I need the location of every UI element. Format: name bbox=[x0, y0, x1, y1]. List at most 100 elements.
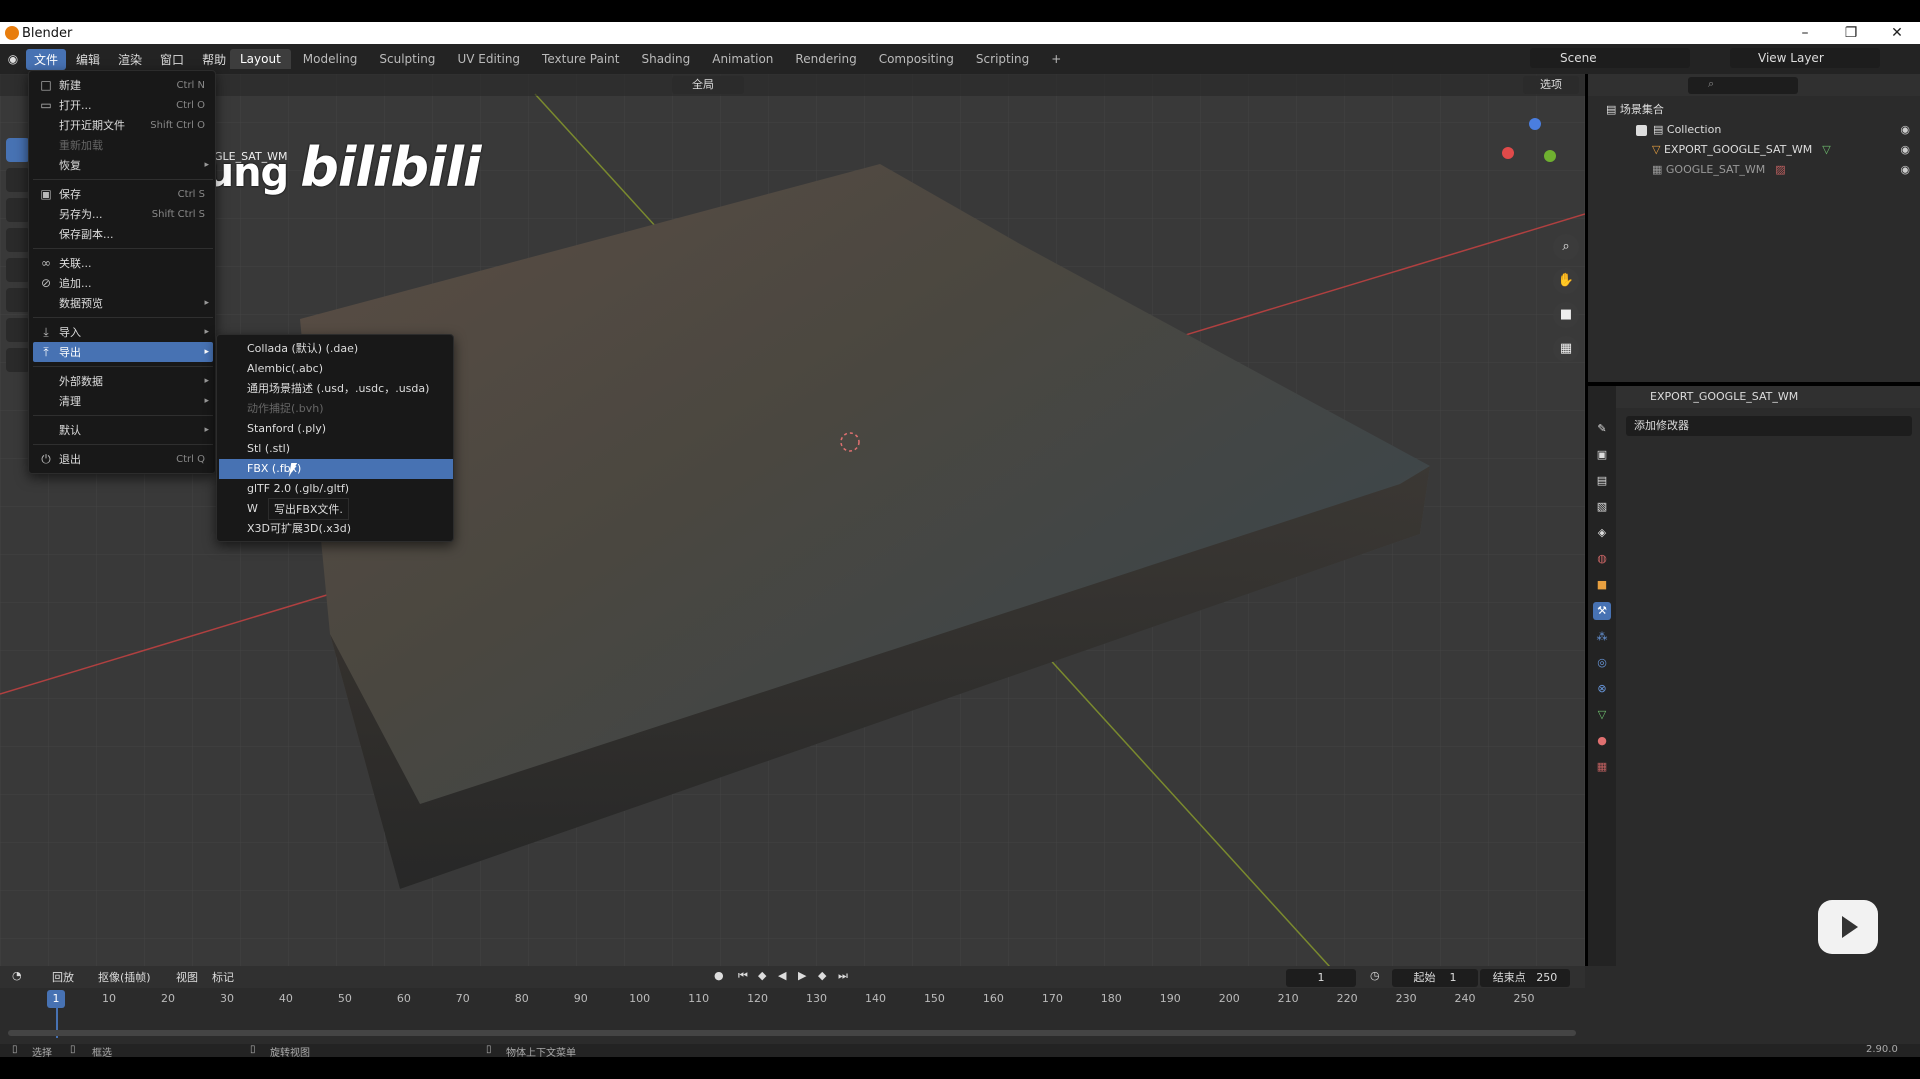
tab-rendering[interactable]: Rendering bbox=[785, 49, 866, 69]
minimize-button[interactable]: – bbox=[1782, 22, 1828, 44]
pan-hand-icon[interactable]: ✋ bbox=[1553, 268, 1579, 294]
jump-end-icon[interactable]: ⏭ bbox=[838, 969, 848, 983]
particles-icon[interactable]: ⁂ bbox=[1593, 628, 1611, 646]
menu-item-external-data[interactable]: 外部数据 ▸ bbox=[33, 371, 213, 391]
maximize-button[interactable]: ❐ bbox=[1828, 22, 1874, 44]
tab-shading[interactable]: Shading bbox=[631, 49, 700, 69]
select-tool-icon[interactable] bbox=[6, 138, 30, 162]
tab-layout[interactable]: Layout bbox=[230, 49, 291, 69]
menu-item-save-as[interactable]: 另存为... Shift Ctrl S bbox=[33, 204, 213, 224]
menu-keying[interactable]: 抠像(插帧) bbox=[98, 969, 151, 985]
add-modifier-dropdown[interactable]: 添加修改器 bbox=[1626, 416, 1912, 436]
gizmo-y-handle[interactable] bbox=[1544, 150, 1556, 162]
outliner-item-google-sat-wm[interactable]: ▦ GOOGLE_SAT_WM ▨ ◉ bbox=[1588, 160, 1920, 180]
menu-file[interactable]: 文件 bbox=[26, 48, 67, 70]
menu-item-data-previews[interactable]: 数据预览 ▸ bbox=[33, 293, 213, 313]
move-tool-icon[interactable] bbox=[6, 198, 30, 222]
prev-keyframe-icon[interactable]: ◆ bbox=[758, 969, 766, 982]
menu-item-open[interactable]: ▭ 打开... Ctrl O bbox=[33, 95, 213, 115]
playhead-frame[interactable]: 1 bbox=[47, 990, 65, 1008]
export-ply[interactable]: Stanford (.ply) bbox=[219, 419, 453, 439]
tab-modeling[interactable]: Modeling bbox=[293, 49, 368, 69]
menu-item-save-copy[interactable]: 保存副本... bbox=[33, 224, 213, 244]
checkbox-icon[interactable] bbox=[1636, 124, 1647, 136]
annotate-tool-icon[interactable] bbox=[6, 318, 30, 342]
menu-edit[interactable]: 编辑 bbox=[68, 49, 108, 70]
physics-icon[interactable]: ◎ bbox=[1593, 654, 1611, 672]
menu-item-save[interactable]: ▣ 保存 Ctrl S bbox=[33, 184, 213, 204]
measure-tool-icon[interactable] bbox=[6, 348, 30, 372]
export-gltf[interactable]: glTF 2.0 (.glb/.gltf) bbox=[219, 479, 453, 499]
outliner-item-collection[interactable]: ▤ Collection ◉ bbox=[1588, 120, 1920, 140]
export-usd[interactable]: 通用场景描述 (.usd，.usdc，.usda) bbox=[219, 379, 453, 399]
close-button[interactable]: ✕ bbox=[1874, 22, 1920, 44]
object-icon[interactable]: ■ bbox=[1593, 576, 1611, 594]
play-icon[interactable]: ▶ bbox=[798, 969, 806, 982]
export-alembic[interactable]: Alembic(.abc) bbox=[219, 359, 453, 379]
menu-window[interactable]: 窗口 bbox=[152, 49, 192, 70]
next-keyframe-icon[interactable]: ◆ bbox=[818, 969, 826, 982]
transform-tool-icon[interactable] bbox=[6, 288, 30, 312]
end-frame-field[interactable]: 结束点 250 bbox=[1480, 969, 1570, 987]
scale-tool-icon[interactable] bbox=[6, 258, 30, 282]
outliner-search-input[interactable]: ⌕ bbox=[1688, 77, 1798, 94]
menu-item-append[interactable]: ⊘ 追加... bbox=[33, 273, 213, 293]
tab-compositing[interactable]: Compositing bbox=[869, 49, 964, 69]
gizmo-z-handle[interactable] bbox=[1529, 118, 1541, 130]
stopwatch-icon[interactable]: ◷ bbox=[1370, 969, 1380, 982]
add-workspace-button[interactable]: + bbox=[1041, 49, 1071, 69]
perspective-grid-icon[interactable]: ▦ bbox=[1553, 336, 1579, 362]
eye-icon[interactable]: ◉ bbox=[1900, 120, 1910, 140]
timeline-scrollbar[interactable] bbox=[8, 1030, 1576, 1036]
constraints-icon[interactable]: ⊗ bbox=[1593, 680, 1611, 698]
menu-item-new[interactable]: □ 新建 Ctrl N bbox=[33, 75, 213, 95]
menu-help[interactable]: 帮助 bbox=[194, 49, 234, 70]
start-frame-field[interactable]: 起始 1 bbox=[1392, 969, 1478, 987]
view-layer-selector[interactable]: View Layer bbox=[1730, 48, 1880, 68]
export-collada[interactable]: Collada (默认) (.dae) bbox=[219, 339, 453, 359]
transform-orientation-dropdown[interactable]: 全局 bbox=[672, 76, 744, 94]
world-icon[interactable]: ◍ bbox=[1593, 550, 1611, 568]
menu-item-recover[interactable]: 恢复 ▸ bbox=[33, 155, 213, 175]
export-x3d[interactable]: X3D可扩展3D(.x3d) bbox=[219, 519, 453, 539]
output-icon[interactable]: ▤ bbox=[1593, 472, 1611, 490]
gizmo-x-handle[interactable] bbox=[1502, 147, 1514, 159]
menu-item-open-recent[interactable]: 打开近期文件 Shift Ctrl O bbox=[33, 115, 213, 135]
menu-item-export[interactable]: ⤒ 导出 ▸ bbox=[33, 342, 213, 362]
current-frame-field[interactable]: 1 bbox=[1286, 969, 1356, 987]
viewport-options-dropdown[interactable]: 选项 bbox=[1523, 76, 1579, 94]
record-icon[interactable]: ● bbox=[714, 969, 724, 982]
camera-icon[interactable]: ■ bbox=[1553, 302, 1579, 328]
material-icon[interactable]: ● bbox=[1593, 732, 1611, 750]
tab-sculpting[interactable]: Sculpting bbox=[369, 49, 445, 69]
tool-icon[interactable]: ✎ bbox=[1593, 420, 1611, 438]
texture-icon[interactable]: ▦ bbox=[1593, 758, 1611, 776]
tab-scripting[interactable]: Scripting bbox=[966, 49, 1039, 69]
render-icon[interactable]: ▣ bbox=[1593, 446, 1611, 464]
scene-selector[interactable]: Scene bbox=[1530, 48, 1690, 68]
view-layer-icon[interactable]: ▧ bbox=[1593, 498, 1611, 516]
jump-start-icon[interactable]: ⏮ bbox=[738, 969, 748, 983]
menu-marker[interactable]: 标记 bbox=[212, 969, 234, 985]
rotate-tool-icon[interactable] bbox=[6, 228, 30, 252]
cursor-tool-icon[interactable] bbox=[6, 168, 30, 192]
outliner-item-export-google-sat-wm[interactable]: ▽ EXPORT_GOOGLE_SAT_WM ▽ ◉ bbox=[1588, 140, 1920, 160]
menu-item-import[interactable]: ⤓ 导入 ▸ bbox=[33, 322, 213, 342]
export-stl[interactable]: Stl (.stl) bbox=[219, 439, 453, 459]
blender-menu-icon[interactable]: ◉ bbox=[0, 52, 26, 66]
menu-view[interactable]: 视图 bbox=[176, 969, 198, 985]
eye-icon[interactable]: ◉ bbox=[1900, 160, 1910, 180]
scene-icon[interactable]: ◈ bbox=[1593, 524, 1611, 542]
zoom-icon[interactable]: ⌕ bbox=[1553, 234, 1579, 260]
play-reverse-icon[interactable]: ◀ bbox=[778, 969, 786, 982]
editor-type-icon[interactable]: ◔ bbox=[12, 969, 22, 982]
tab-texture-paint[interactable]: Texture Paint bbox=[532, 49, 629, 69]
modifier-wrench-icon[interactable]: ⚒ bbox=[1593, 602, 1611, 620]
menu-item-defaults[interactable]: 默认 ▸ bbox=[33, 420, 213, 440]
export-fbx[interactable]: FBX (.fbx) bbox=[219, 459, 453, 479]
mesh-data-icon[interactable]: ▽ bbox=[1593, 706, 1611, 724]
tab-animation[interactable]: Animation bbox=[702, 49, 783, 69]
eye-icon[interactable]: ◉ bbox=[1900, 140, 1910, 160]
tab-uv-editing[interactable]: UV Editing bbox=[447, 49, 530, 69]
outliner-scene-collection[interactable]: ▤ 场景集合 bbox=[1588, 100, 1920, 120]
